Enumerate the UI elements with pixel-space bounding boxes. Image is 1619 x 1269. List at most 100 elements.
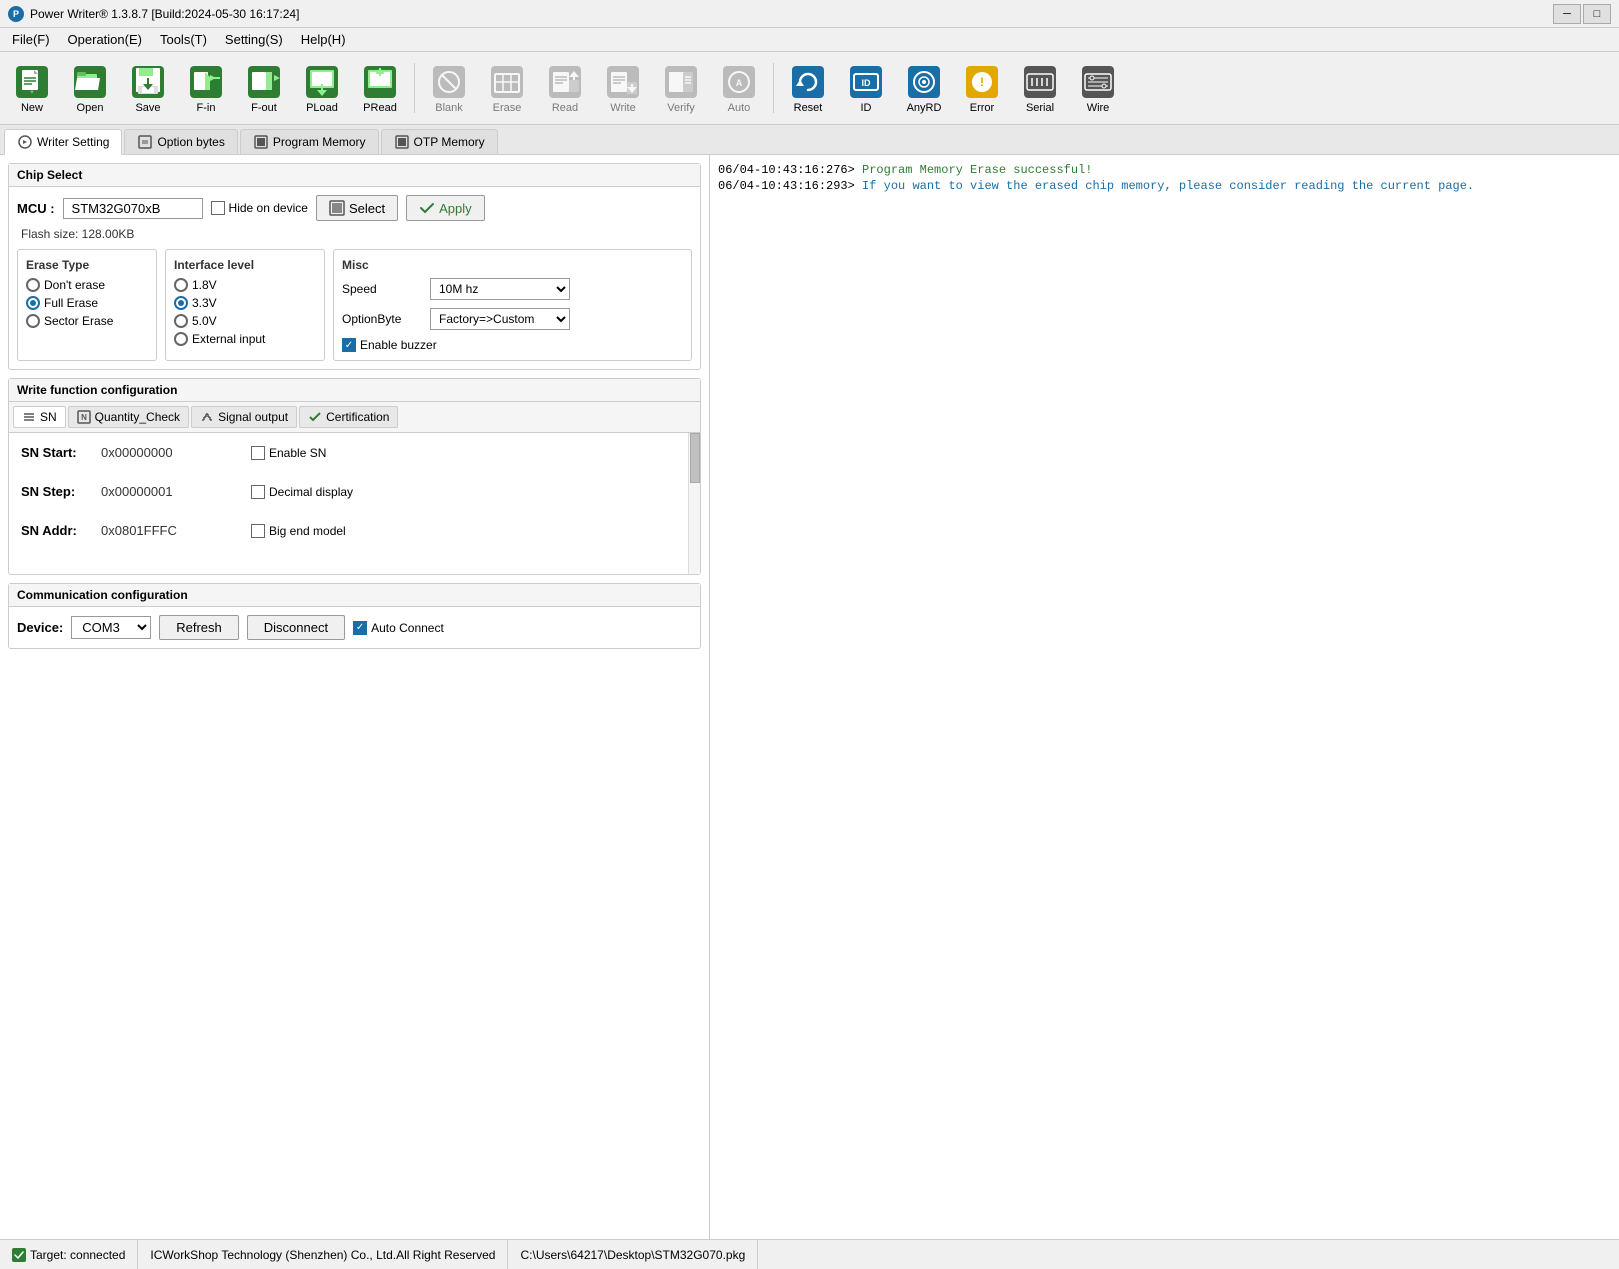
app-title: Power Writer® 1.3.8.7 [Build:2024-05-30 … — [30, 7, 299, 21]
enable-buzzer-row[interactable]: Enable buzzer — [342, 338, 683, 352]
pread-icon — [362, 64, 398, 100]
otp-memory-icon — [394, 134, 410, 150]
erase-sector-erase[interactable]: Sector Erase — [26, 314, 148, 328]
select-button[interactable]: Select — [316, 195, 398, 221]
refresh-button[interactable]: Refresh — [159, 615, 239, 640]
log-prefix-2: 06/04-10:43:16:293> — [718, 179, 862, 193]
sn-scrollbar[interactable] — [688, 433, 700, 574]
write-tab-signal[interactable]: Signal output — [191, 406, 297, 428]
error-icon: ! — [964, 64, 1000, 100]
auto-label: Auto — [728, 102, 751, 114]
interface-external[interactable]: External input — [174, 332, 316, 346]
device-select[interactable]: COM3 — [71, 616, 151, 639]
50v-radio[interactable] — [174, 314, 188, 328]
fin-button[interactable]: F-in — [178, 56, 234, 120]
serial-button[interactable]: Serial — [1012, 56, 1068, 120]
hide-on-device-checkbox[interactable]: Hide on device — [211, 201, 308, 215]
id-button[interactable]: ID ID — [838, 56, 894, 120]
certification-icon — [308, 410, 322, 424]
status-filepath: C:\Users\64217\Desktop\STM32G070.pkg — [508, 1240, 758, 1269]
tab-option-bytes[interactable]: Option bytes — [124, 129, 237, 154]
enable-sn-checkbox[interactable] — [251, 446, 265, 460]
tab-writer-setting[interactable]: Writer Setting — [4, 129, 122, 155]
full-erase-radio[interactable] — [26, 296, 40, 310]
pload-button[interactable]: PLoad — [294, 56, 350, 120]
save-label: Save — [135, 102, 160, 114]
new-button[interactable]: + New — [4, 56, 60, 120]
erase-full-erase[interactable]: Full Erase — [26, 296, 148, 310]
menu-setting[interactable]: Setting(S) — [217, 30, 291, 49]
interface-50v[interactable]: 5.0V — [174, 314, 316, 328]
write-tab-cert[interactable]: Certification — [299, 406, 398, 428]
id-icon: ID — [848, 64, 884, 100]
speed-select[interactable]: 10M hz — [430, 278, 570, 300]
decimal-display-checkbox-row[interactable]: Decimal display — [251, 485, 353, 499]
verify-button[interactable]: Verify — [653, 56, 709, 120]
pread-button[interactable]: PRead — [352, 56, 408, 120]
title-bar-controls[interactable]: ─ □ — [1553, 4, 1611, 24]
interface-18v[interactable]: 1.8V — [174, 278, 316, 292]
menu-file[interactable]: File(F) — [4, 30, 58, 49]
write-function-tabs: SN N Quantity_Check — [9, 402, 700, 433]
auto-connect-checkbox[interactable] — [353, 621, 367, 635]
big-end-checkbox[interactable] — [251, 524, 265, 538]
write-tab-quantity[interactable]: N Quantity_Check — [68, 406, 189, 428]
anyrd-button[interactable]: AnyRD — [896, 56, 952, 120]
log-line-1: 06/04-10:43:16:276> Program Memory Erase… — [718, 163, 1611, 177]
apply-button[interactable]: Apply — [406, 195, 485, 221]
fout-icon — [246, 64, 282, 100]
external-radio[interactable] — [174, 332, 188, 346]
read-button[interactable]: Read — [537, 56, 593, 120]
dont-erase-radio[interactable] — [26, 278, 40, 292]
blank-button[interactable]: Blank — [421, 56, 477, 120]
svg-text:+: + — [30, 90, 34, 96]
interface-33v[interactable]: 3.3V — [174, 296, 316, 310]
log-prefix-1: 06/04-10:43:16:276> — [718, 163, 862, 177]
buzzer-checkbox[interactable] — [342, 338, 356, 352]
sn-addr-label: SN Addr: — [21, 523, 101, 538]
big-end-checkbox-row[interactable]: Big end model — [251, 524, 346, 538]
auto-connect-checkbox-row[interactable]: Auto Connect — [353, 621, 444, 635]
sector-erase-radio[interactable] — [26, 314, 40, 328]
fout-button[interactable]: F-out — [236, 56, 292, 120]
open-button[interactable]: Open — [62, 56, 118, 120]
erase-dont-erase[interactable]: Don't erase — [26, 278, 148, 292]
maximize-button[interactable]: □ — [1583, 4, 1611, 24]
reset-button[interactable]: Reset — [780, 56, 836, 120]
disconnect-button[interactable]: Disconnect — [247, 615, 345, 640]
hide-checkbox-box[interactable] — [211, 201, 225, 215]
erase-label: Erase — [493, 102, 522, 114]
erase-button[interactable]: Erase — [479, 56, 535, 120]
optionbyte-select[interactable]: Factory=>Custom — [430, 308, 570, 330]
id-label: ID — [861, 102, 872, 114]
anyrd-icon — [906, 64, 942, 100]
chip-config: Erase Type Don't erase Full Erase — [17, 249, 692, 361]
menu-tools[interactable]: Tools(T) — [152, 30, 215, 49]
mcu-value: STM32G070xB — [63, 198, 203, 219]
save-button[interactable]: Save — [120, 56, 176, 120]
decimal-checkbox[interactable] — [251, 485, 265, 499]
left-panel: Chip Select MCU : STM32G070xB Hide on de… — [0, 155, 710, 1239]
write-function-title: Write function configuration — [9, 379, 700, 402]
sn-scroll-thumb[interactable] — [690, 433, 700, 483]
menu-bar: File(F) Operation(E) Tools(T) Setting(S)… — [0, 28, 1619, 52]
tab-otp-memory[interactable]: OTP Memory — [381, 129, 498, 154]
fout-label: F-out — [251, 102, 277, 114]
33v-radio[interactable] — [174, 296, 188, 310]
minimize-button[interactable]: ─ — [1553, 4, 1581, 24]
menu-help[interactable]: Help(H) — [293, 30, 354, 49]
tab-program-memory[interactable]: Program Memory — [240, 129, 379, 154]
18v-radio[interactable] — [174, 278, 188, 292]
enable-sn-checkbox-row[interactable]: Enable SN — [251, 446, 326, 460]
svg-text:A: A — [736, 78, 743, 88]
open-icon — [72, 64, 108, 100]
log-panel: 06/04-10:43:16:276> Program Memory Erase… — [710, 155, 1619, 1239]
wire-button[interactable]: Wire — [1070, 56, 1126, 120]
write-tab-sn[interactable]: SN — [13, 406, 66, 428]
error-button[interactable]: ! Error — [954, 56, 1010, 120]
blank-icon — [431, 64, 467, 100]
auto-button[interactable]: A Auto — [711, 56, 767, 120]
menu-operation[interactable]: Operation(E) — [60, 30, 150, 49]
write-button[interactable]: Write — [595, 56, 651, 120]
erase-type-title: Erase Type — [26, 258, 148, 272]
